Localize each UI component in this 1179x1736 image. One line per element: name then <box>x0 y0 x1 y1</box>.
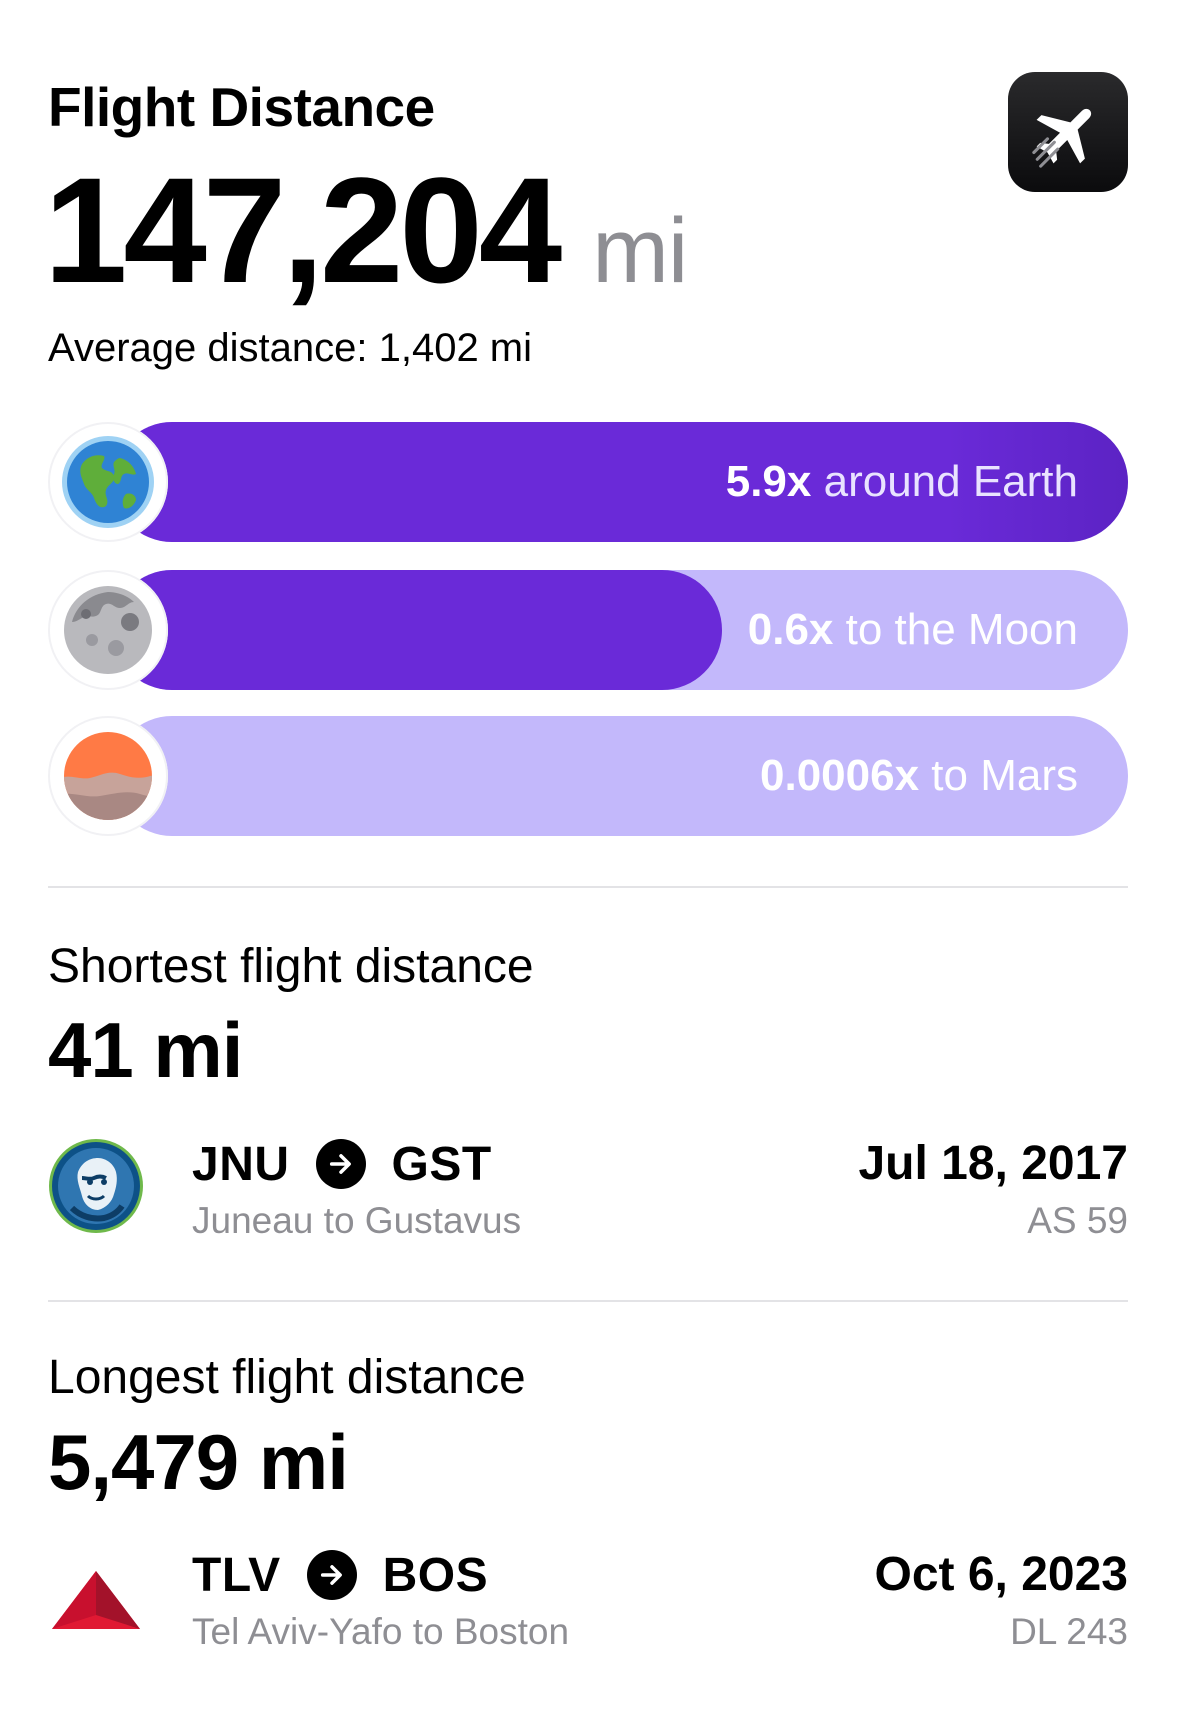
flight-number: AS 59 <box>1027 1200 1128 1241</box>
flight-number: DL 243 <box>1010 1611 1128 1652</box>
shortest-value: 41 mi <box>48 1006 243 1094</box>
moon-icon <box>48 570 168 690</box>
flight-date: Jul 18, 2017 <box>858 1137 1128 1190</box>
route: JNU GST <box>192 1134 492 1194</box>
mars-comparison-bar: 0.0006x to Mars <box>48 716 1128 836</box>
longest-flight-row[interactable]: TLV BOS Tel Aviv-Yafo to Boston Oct 6, 2… <box>48 1545 1128 1665</box>
delta-logo <box>48 1549 144 1645</box>
moon-label: to the Moon <box>845 605 1078 654</box>
arrow-right-icon <box>306 1550 357 1600</box>
total-distance-value: 147,204 <box>44 146 562 314</box>
destination-code: GST <box>391 1137 492 1191</box>
route: TLV BOS <box>192 1545 488 1605</box>
earth-multiplier: 5.9x <box>725 457 812 506</box>
origin-code: JNU <box>192 1137 290 1191</box>
average-distance: Average distance: 1,402 mi <box>48 326 533 370</box>
destination-code: BOS <box>382 1548 489 1602</box>
moon-multiplier: 0.6x <box>747 605 834 654</box>
mars-comparison-text: 0.0006x to Mars <box>760 716 1078 836</box>
earth-comparison-bar: 5.9x around Earth <box>48 422 1128 542</box>
total-distance-unit: mi <box>592 200 688 302</box>
flight-date: Oct 6, 2023 <box>874 1548 1129 1601</box>
route-description: Juneau to Gustavus <box>192 1200 522 1241</box>
shortest-flight-row[interactable]: JNU GST Juneau to Gustavus Jul 18, 2017 … <box>48 1134 1128 1254</box>
page-title: Flight Distance <box>48 76 435 138</box>
mars-multiplier: 0.0006x <box>760 751 920 800</box>
longest-value: 5,479 mi <box>48 1418 349 1506</box>
airplane-icon[interactable] <box>1008 72 1128 192</box>
earth-comparison-text: 5.9x around Earth <box>726 422 1078 542</box>
total-distance: 147,204 mi <box>44 146 688 314</box>
longest-label: Longest flight distance <box>48 1351 526 1404</box>
earth-icon <box>48 422 168 542</box>
earth-label: around Earth <box>823 457 1078 506</box>
moon-comparison-bar: 0.6x to the Moon <box>48 570 1128 690</box>
shortest-label: Shortest flight distance <box>48 940 534 993</box>
alaska-airlines-logo <box>48 1138 144 1234</box>
moon-comparison-text: 0.6x to the Moon <box>748 570 1078 690</box>
divider <box>48 886 1128 888</box>
route-description: Tel Aviv-Yafo to Boston <box>192 1611 570 1652</box>
mars-icon <box>48 716 168 836</box>
origin-code: TLV <box>192 1548 281 1602</box>
arrow-right-icon <box>315 1139 366 1189</box>
bar-fill <box>112 570 722 690</box>
mars-label: to Mars <box>931 751 1078 800</box>
divider <box>48 1300 1128 1302</box>
